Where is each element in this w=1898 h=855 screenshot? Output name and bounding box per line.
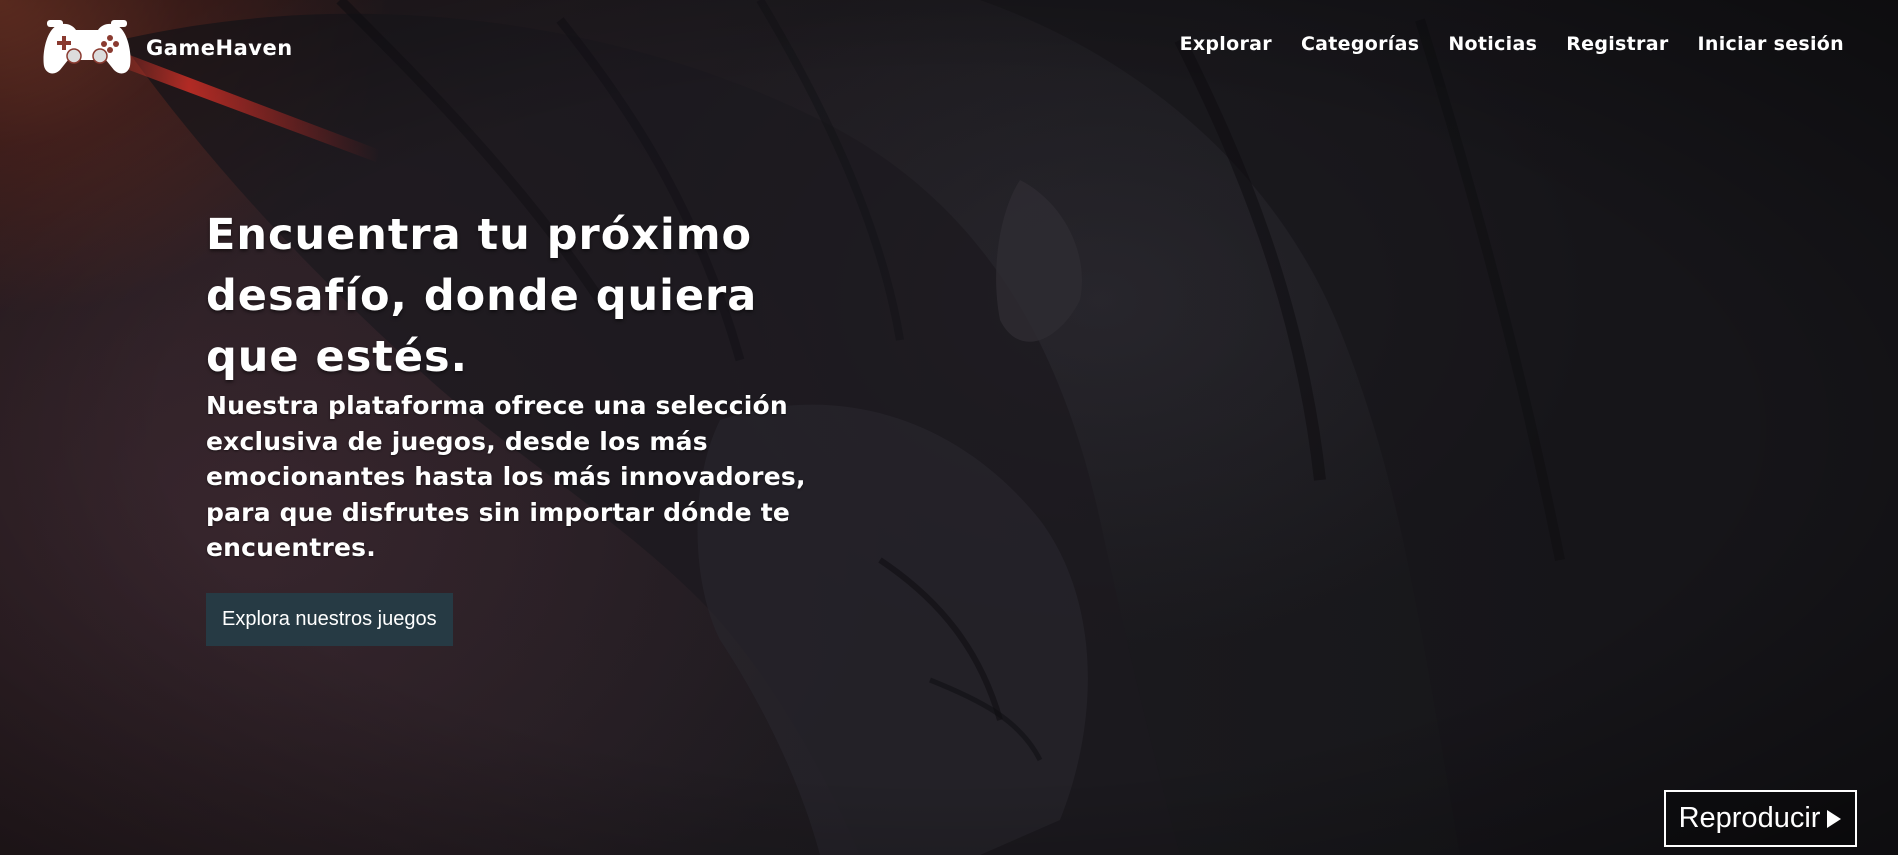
main-nav: Explorar Categorías Noticias Registrar I… <box>1180 33 1844 55</box>
nav-link-explorar[interactable]: Explorar <box>1180 33 1272 55</box>
hero-description: Nuestra plataforma ofrece una selección … <box>206 391 806 562</box>
gamepad-icon <box>43 20 131 74</box>
hero-section: GameHaven Explorar Categorías Noticias R… <box>0 0 1898 855</box>
nav-link-registrar[interactable]: Registrar <box>1566 33 1668 55</box>
nav-link-noticias[interactable]: Noticias <box>1448 33 1537 55</box>
brand-logo[interactable]: GameHaven <box>42 20 293 76</box>
hero-content: Encuentra tu próximo desafío, donde quie… <box>206 205 866 646</box>
brand-name: GameHaven <box>146 36 293 60</box>
nav-link-categorias[interactable]: Categorías <box>1301 33 1419 55</box>
play-icon <box>1827 809 1842 828</box>
hero-headline: Encuentra tu próximo desafío, donde quie… <box>206 210 758 382</box>
nav-link-iniciar-sesion[interactable]: Iniciar sesión <box>1698 33 1845 55</box>
play-button-label: Reproducir <box>1678 802 1821 834</box>
explore-games-button[interactable]: Explora nuestros juegos <box>206 592 453 646</box>
top-navbar: GameHaven Explorar Categorías Noticias R… <box>0 0 1898 95</box>
play-button[interactable]: Reproducir <box>1664 790 1857 847</box>
